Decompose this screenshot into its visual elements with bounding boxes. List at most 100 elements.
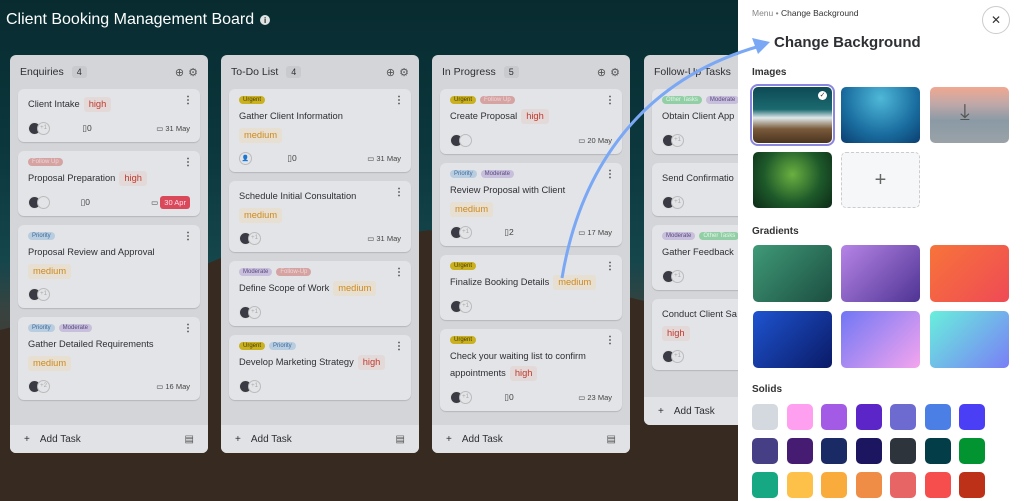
gradient-swatch[interactable] — [753, 245, 832, 302]
kebab-menu-icon[interactable]: ⋮ — [605, 335, 615, 346]
upload-image-button[interactable]: + — [841, 152, 920, 208]
more-assignees[interactable]: +1 — [37, 287, 50, 301]
breadcrumb-menu[interactable]: Menu — [752, 8, 773, 18]
kebab-menu-icon[interactable]: ⋮ — [183, 231, 193, 242]
more-assignees[interactable]: +1 — [459, 299, 472, 313]
more-assignees[interactable] — [459, 133, 472, 147]
kebab-menu-icon[interactable]: ⋮ — [394, 267, 404, 278]
kebab-menu-icon[interactable]: ⋮ — [394, 341, 404, 352]
kebab-menu-icon[interactable]: ⋮ — [394, 95, 404, 106]
solid-color-swatch[interactable] — [890, 472, 916, 498]
task-card[interactable]: ⋮ Priority Moderate Review Proposal with Cl… — [440, 163, 622, 246]
due-date: ▭ 31 May — [367, 154, 401, 163]
priority-badge: high — [662, 326, 690, 341]
add-task-button[interactable]: + Add Task ▤ — [221, 425, 419, 453]
back-arrow-icon[interactable]: ← — [752, 35, 766, 51]
task-card[interactable]: ⋮ Urgent Priority Develop Marketing Strateg… — [229, 335, 411, 400]
user-placeholder-icon[interactable]: 👤 — [239, 151, 252, 165]
gear-icon[interactable]: ⚙ — [188, 66, 198, 79]
task-card[interactable]: ⋮ Follow Up Proposal Preparation high ▯0 ▭ 30… — [18, 151, 200, 216]
more-assignees[interactable] — [37, 195, 50, 209]
solid-color-swatch[interactable] — [924, 438, 951, 464]
add-circle-icon[interactable]: ⊕ — [175, 66, 184, 79]
background-image-mountains[interactable]: ✓ — [750, 84, 835, 146]
task-card[interactable]: ⋮ Urgent Check your waiting list to confir… — [440, 329, 622, 411]
more-assignees[interactable]: +1 — [248, 379, 261, 393]
more-assignees[interactable]: +1 — [248, 231, 261, 245]
solid-color-swatch[interactable] — [821, 404, 847, 430]
add-circle-icon[interactable]: ⊕ — [386, 66, 395, 79]
gear-icon[interactable]: ⚙ — [610, 66, 620, 79]
gear-icon[interactable]: ⚙ — [399, 66, 409, 79]
more-assignees[interactable]: +1 — [671, 133, 684, 147]
solid-color-swatch[interactable] — [890, 404, 916, 430]
gradient-swatch[interactable] — [930, 311, 1009, 368]
solid-color-swatch[interactable] — [924, 472, 951, 498]
tag-label: Follow Up — [28, 158, 63, 166]
calendar-icon: ▭ — [367, 153, 377, 163]
kebab-menu-icon[interactable]: ⋮ — [605, 261, 615, 272]
more-assignees[interactable]: +1 — [248, 305, 261, 319]
task-card[interactable]: ⋮ Client Intake high +1 ▯0 ▭ 31 May — [18, 89, 200, 142]
kebab-menu-icon[interactable]: ⋮ — [605, 169, 615, 180]
solid-color-swatch[interactable] — [752, 472, 778, 498]
solid-color-swatch[interactable] — [855, 472, 882, 498]
solid-color-swatch[interactable] — [890, 438, 916, 464]
more-assignees[interactable]: +1 — [671, 195, 684, 209]
kebab-menu-icon[interactable]: ⋮ — [605, 95, 615, 106]
solid-color-swatch[interactable] — [786, 438, 813, 464]
more-assignees[interactable]: +1 — [671, 269, 684, 283]
more-assignees[interactable]: +1 — [459, 225, 472, 239]
more-assignees[interactable]: +1 — [671, 349, 684, 363]
task-card[interactable]: ⋮ Urgent Finalize Booking Details medium +1 — [440, 255, 622, 320]
gradients-heading: Gradients — [752, 226, 799, 237]
solid-color-swatch[interactable] — [821, 438, 847, 464]
gradient-swatch[interactable] — [841, 311, 920, 368]
task-card[interactable]: ⋮ Priority Proposal Review and Approval med… — [18, 225, 200, 308]
task-card[interactable]: ⋮ Schedule Initial Consultation medium +1 ▭ … — [229, 181, 411, 252]
due-date: ▭ 16 May — [156, 382, 190, 391]
solid-color-swatch[interactable] — [855, 404, 882, 430]
solid-color-swatch[interactable] — [786, 404, 813, 430]
kebab-menu-icon[interactable]: ⋮ — [183, 157, 193, 168]
task-card[interactable]: ⋮ Priority Moderate Gather Detailed Require… — [18, 317, 200, 400]
more-assignees[interactable]: +2 — [37, 379, 50, 393]
task-card[interactable]: ⋮ Urgent Follow Up Create Proposal high ▭ 20 … — [440, 89, 622, 154]
template-icon[interactable]: ▤ — [185, 434, 194, 445]
solid-color-swatch[interactable] — [821, 472, 847, 498]
solid-color-swatch[interactable] — [959, 472, 985, 498]
solid-color-swatch[interactable] — [752, 404, 778, 430]
solid-color-swatch[interactable] — [959, 404, 985, 430]
tag-label: Other Tasks — [662, 96, 702, 104]
background-image-underwater[interactable] — [841, 87, 920, 143]
info-icon[interactable]: i — [260, 15, 271, 25]
solid-color-swatch[interactable] — [855, 438, 882, 464]
template-icon[interactable]: ▤ — [396, 434, 405, 445]
add-task-button[interactable]: + Add Task ▤ — [10, 425, 208, 453]
add-task-label: Add Task — [673, 405, 715, 417]
more-assignees[interactable]: +1 — [37, 121, 50, 135]
solid-color-swatch[interactable] — [959, 438, 985, 464]
solid-color-swatch[interactable] — [752, 438, 778, 464]
due-date-text: 30 Apr — [160, 195, 190, 209]
task-title: Review Proposal with Client — [450, 182, 612, 199]
template-icon[interactable]: ▤ — [607, 434, 616, 445]
background-image-ferns[interactable] — [753, 152, 832, 208]
solid-color-swatch[interactable] — [786, 472, 813, 498]
background-image-misty-sunset[interactable]: ⤓ — [930, 87, 1009, 143]
task-title: Finalize Booking Details medium — [450, 274, 612, 291]
gradient-swatch[interactable] — [841, 245, 920, 302]
add-circle-icon[interactable]: ⊕ — [597, 66, 606, 79]
gradient-swatch[interactable] — [753, 311, 832, 368]
kebab-menu-icon[interactable]: ⋮ — [183, 323, 193, 334]
due-date: ▭ 20 May — [578, 136, 612, 145]
more-assignees[interactable]: +1 — [459, 390, 472, 404]
gradient-swatch[interactable] — [930, 245, 1009, 302]
close-button[interactable]: ✕ — [982, 6, 1010, 34]
task-card[interactable]: ⋮ Urgent Gather Client Information medium 👤 ▯… — [229, 89, 411, 172]
kebab-menu-icon[interactable]: ⋮ — [394, 187, 404, 198]
kebab-menu-icon[interactable]: ⋮ — [183, 95, 193, 106]
add-task-button[interactable]: + Add Task ▤ — [432, 425, 630, 453]
task-card[interactable]: ⋮ Moderate Follow-Up Define Scope of Work me… — [229, 261, 411, 326]
solid-color-swatch[interactable] — [924, 404, 951, 430]
